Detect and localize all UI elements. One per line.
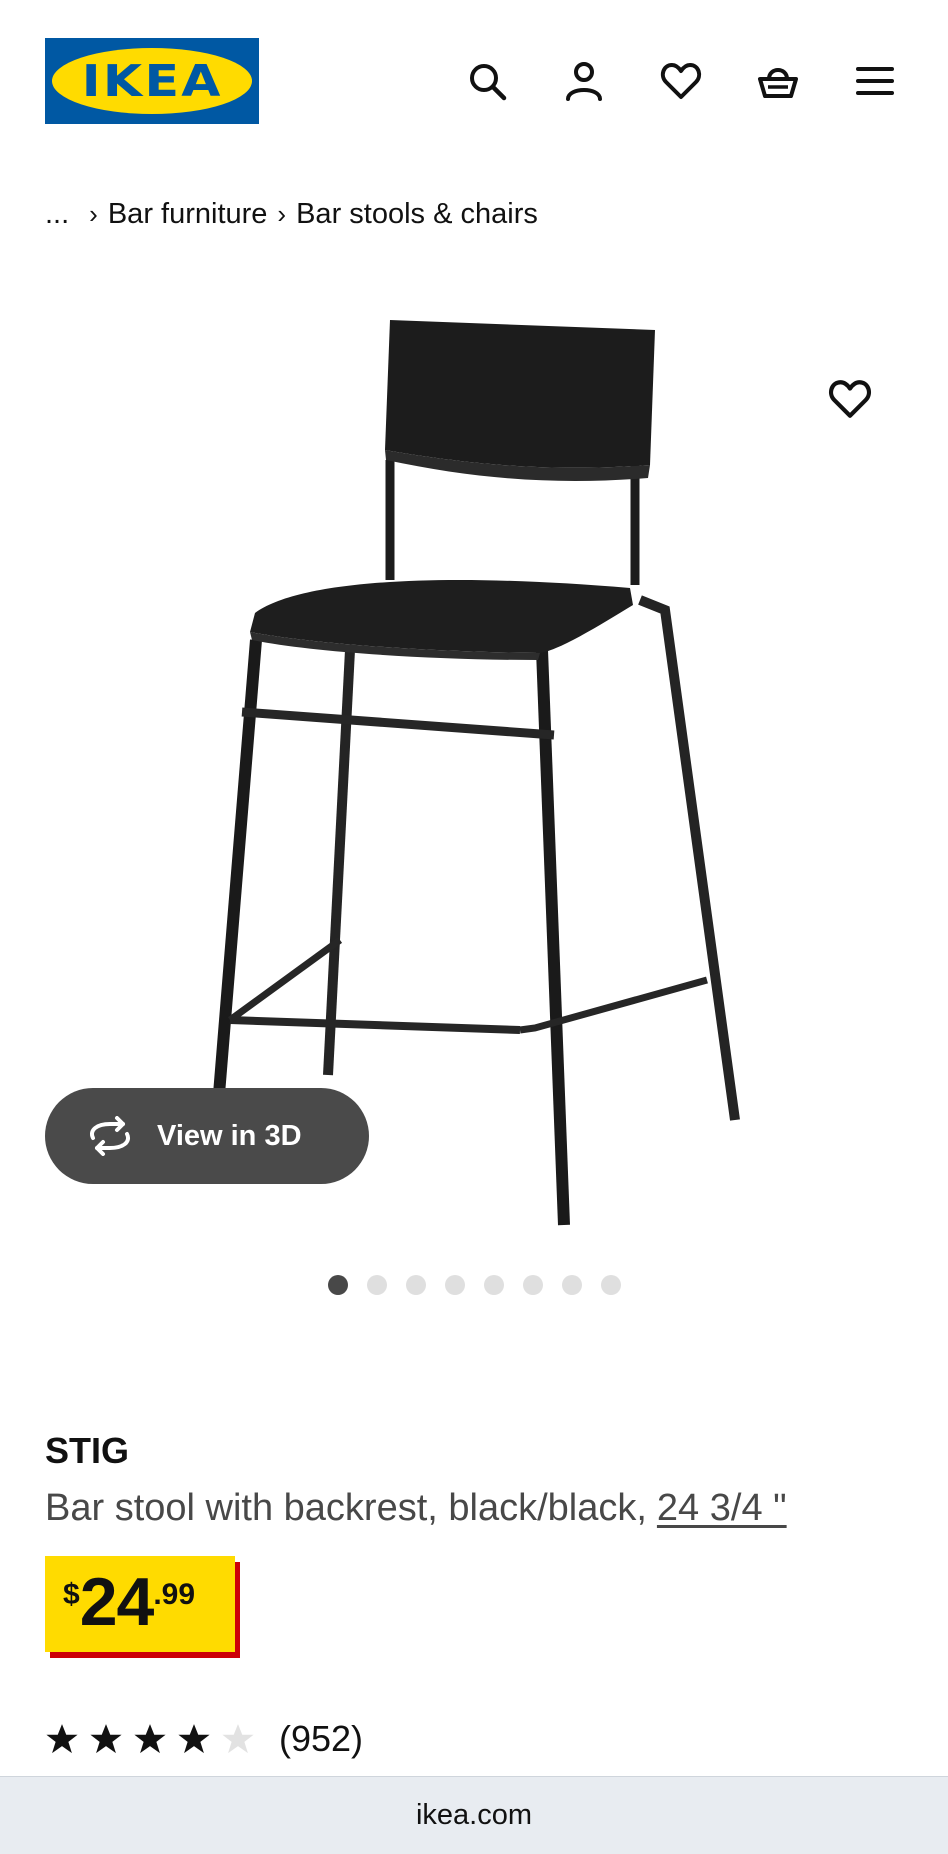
price-decimal: .99 [153,1578,196,1611]
star-filled-icon [134,1724,166,1754]
view-in-3d-label: View in 3D [157,1119,302,1152]
product-description-text: Bar stool with backrest, black/black, [45,1487,647,1529]
account-icon[interactable] [561,58,607,104]
add-to-wishlist-button[interactable] [823,372,877,426]
logo-oval: IKEA [52,48,252,114]
carousel-dot[interactable] [483,1275,504,1295]
breadcrumb: ... › Bar furniture › Bar stools & chair… [45,198,538,231]
rotate-3d-icon [90,1116,130,1156]
review-count[interactable]: (952) [279,1718,363,1760]
star-empty-icon [222,1724,254,1754]
carousel-dot[interactable] [405,1275,426,1295]
heart-icon [828,380,872,418]
carousel-dot[interactable] [522,1275,543,1295]
price-currency: $ [63,1578,80,1611]
product-rating[interactable]: (952) [45,1718,363,1760]
browser-url: ikea.com [415,1799,533,1831]
star-filled-icon [90,1724,122,1754]
carousel-dot[interactable] [444,1275,465,1295]
menu-icon[interactable] [852,58,898,104]
star-filled-icon [178,1724,210,1754]
price-tag-box: $ 24 .99 [45,1556,235,1652]
basket-icon[interactable] [755,58,801,104]
breadcrumb-ellipsis[interactable]: ... [45,198,69,231]
chevron-right-icon: › [89,199,98,229]
carousel-dot[interactable] [366,1275,387,1295]
logo-text: IKEA [81,55,223,107]
browser-address-bar[interactable]: ikea.com [0,1776,948,1854]
carousel-dot[interactable] [600,1275,621,1295]
heart-icon[interactable] [658,58,704,104]
search-icon[interactable] [464,58,510,104]
carousel-dot[interactable] [561,1275,582,1295]
carousel-indicator [0,1275,948,1295]
product-name: STIG [45,1430,130,1471]
breadcrumb-item-bar-furniture[interactable]: Bar furniture [108,198,268,231]
ikea-logo[interactable]: IKEA [45,38,259,124]
carousel-dot[interactable] [327,1275,348,1295]
price-integer: 24 [79,1564,155,1640]
breadcrumb-item-bar-stools-chairs[interactable]: Bar stools & chairs [296,198,538,231]
product-gallery[interactable]: View in 3D [0,280,948,1260]
size-selector-link[interactable]: 24 3/4 " [657,1487,787,1529]
star-filled-icon [46,1724,78,1754]
view-in-3d-button[interactable]: View in 3D [45,1088,369,1184]
product-description: Bar stool with backrest, black/black, 24 … [45,1487,787,1530]
site-header: IKEA [0,0,948,140]
chevron-right-icon: › [277,199,287,229]
price-tag: $ 24 .99 [45,1556,240,1658]
